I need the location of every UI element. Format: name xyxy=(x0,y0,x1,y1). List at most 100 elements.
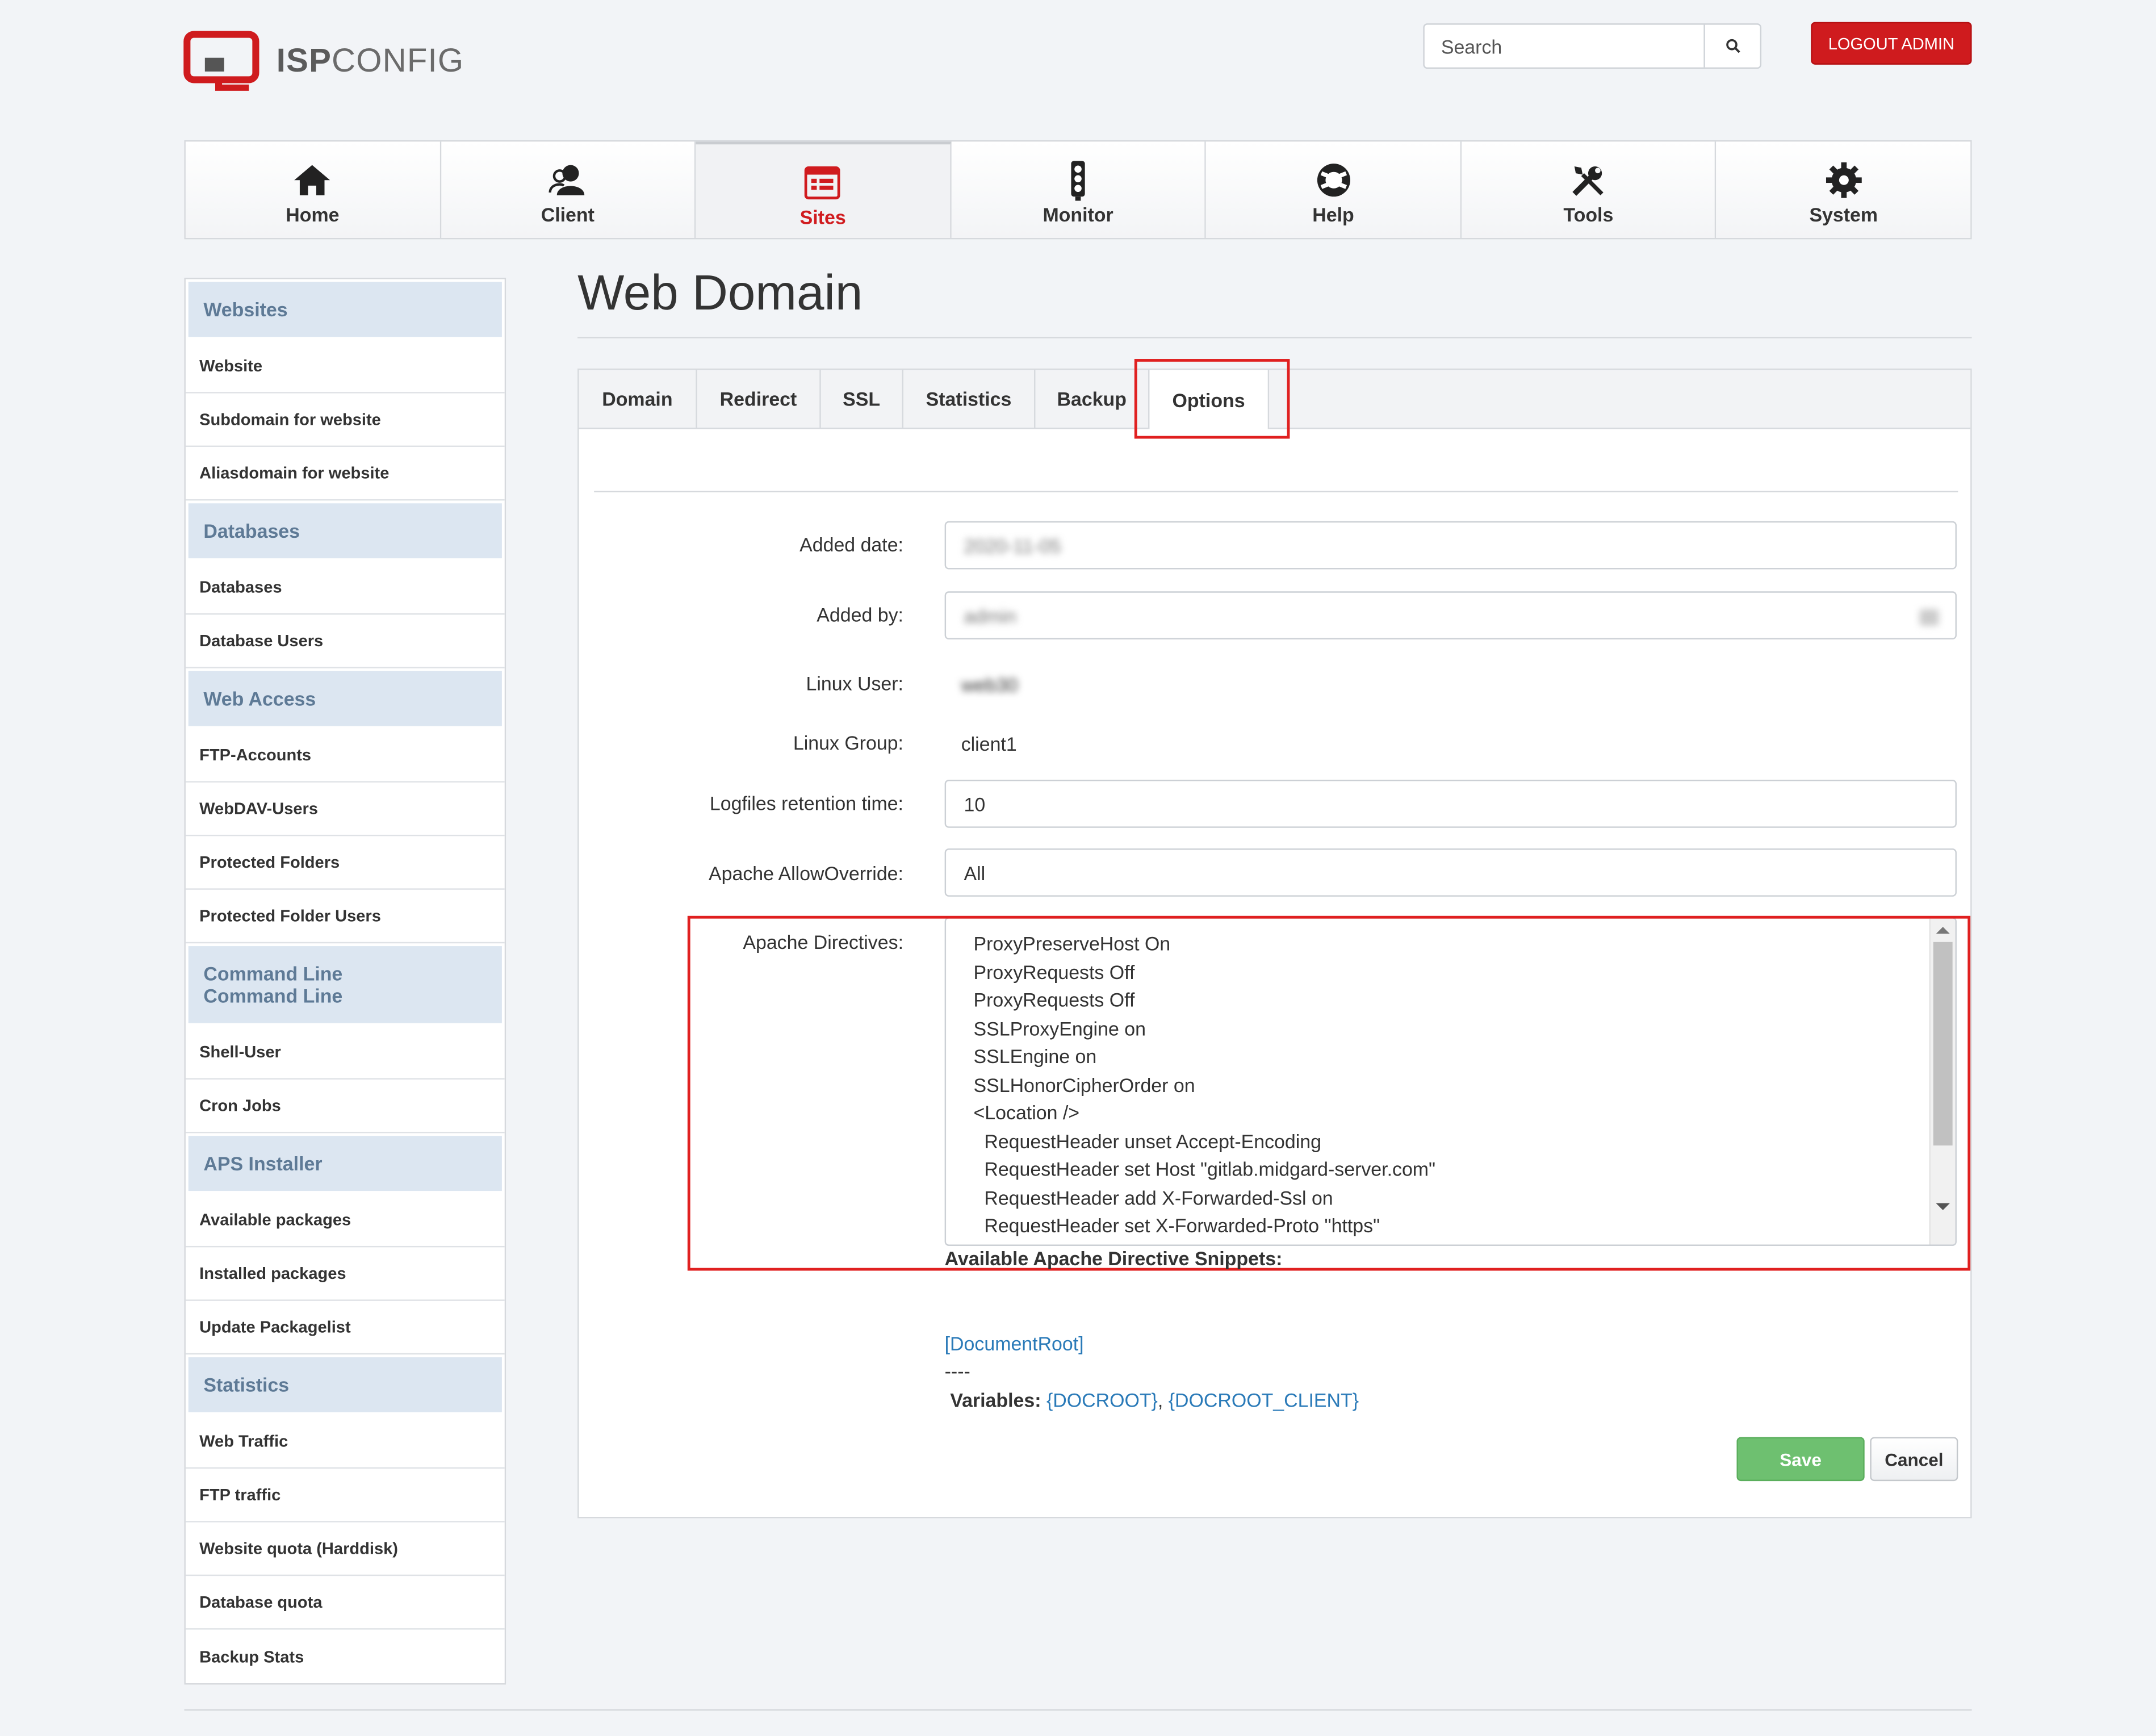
added-date-value: 2020-11-05 xyxy=(964,534,1061,557)
nav-label: Client xyxy=(541,203,595,226)
added-date-field[interactable]: 2020-11-05 xyxy=(944,521,1957,570)
logo-mark-icon xyxy=(183,31,259,91)
added-by-label: Added by: xyxy=(817,604,903,626)
scroll-up-icon[interactable] xyxy=(1936,927,1950,934)
dropdown-icon xyxy=(1919,609,1939,626)
sidebar-item-subdomain[interactable]: Subdomain for website xyxy=(185,394,505,447)
logout-button[interactable]: LOGOUT ADMIN xyxy=(1811,22,1972,65)
tab-bar: Domain Redirect SSL Statistics Backup Op… xyxy=(579,370,1971,429)
sidebar-item-protected-folder-users[interactable]: Protected Folder Users xyxy=(185,890,505,944)
sidebar-item-protected-folders[interactable]: Protected Folders xyxy=(185,836,505,890)
directive-line: RequestHeader set X-Forwarded-Proto "htt… xyxy=(973,1214,1380,1237)
nav-client[interactable]: Client xyxy=(441,141,696,238)
footer-divider xyxy=(184,1709,1972,1711)
allow-override-input[interactable]: All xyxy=(944,848,1957,897)
directive-line: ProxyPreserveHost On xyxy=(973,932,1171,955)
sidebar-item-available-packages[interactable]: Available packages xyxy=(185,1194,505,1248)
directive-line: SSLProxyEngine on xyxy=(973,1016,1146,1039)
sidebar-item-shell-user[interactable]: Shell-User xyxy=(185,1026,505,1080)
variable-docroot-client[interactable]: {DOCROOT_CLIENT} xyxy=(1169,1389,1359,1411)
sidebar-item-webdav-users[interactable]: WebDAV-Users xyxy=(185,783,505,836)
sidebar-item-database-users[interactable]: Database Users xyxy=(185,614,505,668)
search-button[interactable] xyxy=(1703,24,1760,68)
directive-line: RequestHeader unset Accept-Encoding xyxy=(973,1130,1322,1152)
monitor-icon xyxy=(1071,161,1085,201)
logo-text: ISPCONFIG xyxy=(276,43,464,80)
tab-options[interactable]: Options xyxy=(1148,370,1270,429)
nav-label: Tools xyxy=(1563,203,1614,226)
sidebar-item-website[interactable]: Website xyxy=(185,340,505,394)
main-nav: Home Client Sites Monitor Help Tools Sys… xyxy=(184,140,1972,240)
sidebar: Websites Website Subdomain for website A… xyxy=(184,278,506,1685)
sidebar-item-database-quota[interactable]: Database quota xyxy=(185,1576,505,1630)
added-by-select[interactable]: admin xyxy=(944,591,1957,640)
directive-line: SSLEngine on xyxy=(973,1045,1097,1068)
save-button[interactable]: Save xyxy=(1736,1437,1865,1482)
linux-user-label: Linux User: xyxy=(806,672,903,695)
linux-group-value: client1 xyxy=(961,733,1017,755)
sidebar-item-ftp-traffic[interactable]: FTP traffic xyxy=(185,1469,505,1522)
nav-label: Help xyxy=(1312,203,1354,226)
page-title: Web Domain xyxy=(577,263,863,321)
ispconfig-logo[interactable]: ISPCONFIG xyxy=(183,27,472,93)
snippet-separator: ---- xyxy=(944,1359,970,1382)
sidebar-item-aliasdomain[interactable]: Aliasdomain for website xyxy=(185,447,505,501)
search-input[interactable] xyxy=(1424,24,1707,68)
nav-sites[interactable]: Sites xyxy=(696,141,952,238)
variables-label: Variables: xyxy=(950,1388,1041,1411)
form-divider xyxy=(594,491,1958,492)
linux-group-label: Linux Group: xyxy=(793,731,903,754)
sidebar-item-ftp-accounts[interactable]: FTP-Accounts xyxy=(185,729,505,783)
directive-line: RequestHeader add X-Forwarded-Ssl on xyxy=(973,1186,1333,1208)
textarea-scrollbar[interactable] xyxy=(1929,918,1956,1245)
tab-redirect[interactable]: Redirect xyxy=(697,370,821,428)
variable-docroot[interactable]: {DOCROOT} xyxy=(1046,1389,1158,1411)
scroll-down-icon[interactable] xyxy=(1936,1203,1950,1211)
cancel-button[interactable]: Cancel xyxy=(1870,1437,1958,1482)
sidebar-item-cron-jobs[interactable]: Cron Jobs xyxy=(185,1080,505,1133)
document-root-snippet-link[interactable]: [DocumentRoot] xyxy=(945,1333,1084,1355)
nav-monitor[interactable]: Monitor xyxy=(951,141,1207,238)
sidebar-section-aps-installer: APS Installer xyxy=(188,1136,502,1191)
sites-icon xyxy=(805,166,841,200)
allow-override-label: Apache AllowOverride: xyxy=(708,862,903,885)
directive-line: RequestHeader set Host "gitlab.midgard-s… xyxy=(973,1157,1436,1180)
log-retention-input[interactable]: 10 xyxy=(944,780,1957,828)
search-icon xyxy=(1725,39,1740,53)
home-icon xyxy=(294,165,330,195)
sidebar-item-web-traffic[interactable]: Web Traffic xyxy=(185,1415,505,1469)
gear-icon xyxy=(1826,162,1862,198)
linux-user-value: web30 xyxy=(961,674,1018,696)
sidebar-section-web-access: Web Access xyxy=(188,671,502,726)
nav-label: Home xyxy=(286,203,340,226)
sidebar-section-websites: Websites xyxy=(188,282,502,337)
tab-domain[interactable]: Domain xyxy=(579,370,697,428)
directive-line: ProxyRequests Off xyxy=(973,989,1135,1011)
directive-line: <Location /> xyxy=(973,1101,1080,1124)
apache-directives-label: Apache Directives: xyxy=(743,931,903,953)
client-icon xyxy=(549,165,584,195)
tab-statistics[interactable]: Statistics xyxy=(903,370,1036,428)
nav-tools[interactable]: Tools xyxy=(1461,141,1717,238)
apache-directives-textarea[interactable]: ProxyPreserveHost On ProxyRequests Off Pro… xyxy=(944,917,1957,1246)
tab-backup[interactable]: Backup xyxy=(1035,370,1148,428)
search-box xyxy=(1423,23,1762,69)
directives-text: ProxyPreserveHost On ProxyRequests Off Pro… xyxy=(973,930,1435,1240)
added-by-value: admin xyxy=(964,604,1016,627)
sidebar-item-databases[interactable]: Databases xyxy=(185,561,505,615)
nav-label: Sites xyxy=(799,206,846,228)
sidebar-item-installed-packages[interactable]: Installed packages xyxy=(185,1247,505,1301)
scroll-thumb[interactable] xyxy=(1933,942,1953,1146)
sidebar-item-website-quota[interactable]: Website quota (Harddisk) xyxy=(185,1522,505,1576)
sidebar-item-update-packagelist[interactable]: Update Packagelist xyxy=(185,1301,505,1355)
title-divider xyxy=(577,337,1972,338)
nav-home[interactable]: Home xyxy=(185,141,441,238)
nav-system[interactable]: System xyxy=(1717,141,1971,238)
variables-line: Variables: {DOCROOT}, {DOCROOT_CLIENT} xyxy=(950,1389,1359,1411)
tab-ssl[interactable]: SSL xyxy=(821,370,903,428)
help-icon xyxy=(1316,164,1350,197)
sidebar-item-backup-stats[interactable]: Backup Stats xyxy=(186,1630,505,1683)
nav-help[interactable]: Help xyxy=(1206,141,1462,238)
directive-line: SSLHonorCipherOrder on xyxy=(973,1073,1195,1095)
directive-line: ProxyRequests Off xyxy=(973,960,1135,983)
